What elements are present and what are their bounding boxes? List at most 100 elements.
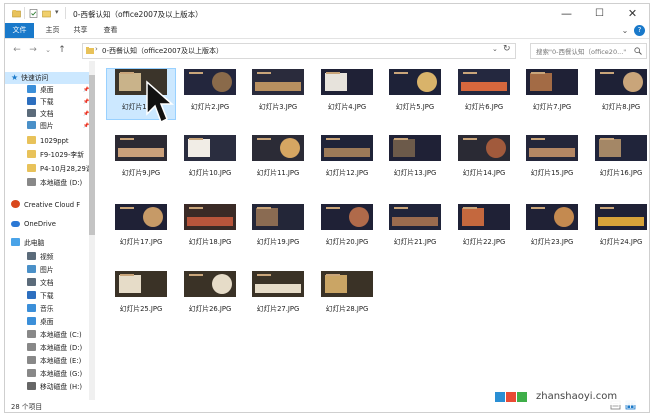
folder-icon [27, 164, 36, 172]
file-item[interactable]: 幻灯片23.JPG [518, 204, 586, 254]
customize-quick-access-icon[interactable]: ▾ [55, 8, 59, 16]
nav-quick-item[interactable]: 桌面 📌 [27, 84, 89, 96]
file-item[interactable]: 幻灯片20.JPG [313, 204, 381, 254]
file-item[interactable]: 幻灯片25.JPG [107, 271, 175, 321]
file-item[interactable]: 幻灯片8.JPG [587, 69, 649, 119]
file-item[interactable]: 幻灯片16.JPG [587, 135, 649, 185]
file-thumbnail [458, 204, 510, 230]
search-input[interactable]: 搜索"0-西餐认知（office20..." [536, 46, 626, 56]
search-box[interactable]: 搜索"0-西餐认知（office20..." [530, 43, 647, 59]
nav-pc-item[interactable]: 本地磁盘 (E:) [27, 355, 81, 367]
file-thumbnail [526, 135, 578, 161]
nav-scrollbar[interactable] [89, 61, 95, 400]
nav-pc-item[interactable]: 本地磁盘 (G:) [27, 368, 82, 380]
file-item[interactable]: 幻灯片18.JPG [176, 204, 244, 254]
folder-small-icon[interactable] [12, 9, 21, 18]
file-item[interactable]: 幻灯片26.JPG [176, 271, 244, 321]
nav-label: 此电脑 [24, 239, 45, 247]
nav-quick-item[interactable]: 图片 📌 [27, 120, 89, 132]
tab-file[interactable]: 文件 [5, 23, 34, 38]
file-thumbnail [389, 204, 441, 230]
tab-home[interactable]: 主页 [40, 23, 65, 38]
nav-pc-item[interactable]: 下载 [27, 290, 54, 302]
file-item[interactable]: 幻灯片10.JPG [176, 135, 244, 185]
minimize-button[interactable]: — [550, 4, 583, 23]
help-icon[interactable]: ? [634, 25, 645, 36]
file-name: 幻灯片14.JPG [462, 169, 506, 177]
nav-pc-item[interactable]: 桌面 [27, 316, 54, 328]
file-item[interactable]: 幻灯片5.JPG [381, 69, 449, 119]
close-button[interactable]: ✕ [616, 4, 649, 23]
nav-quick-item[interactable]: 下载 📌 [27, 96, 89, 108]
nav-label: Creative Cloud F [24, 201, 81, 209]
nav-pc-item[interactable]: 本地磁盘 (C:) [27, 329, 82, 341]
file-item[interactable]: 幻灯片11.JPG [244, 135, 312, 185]
file-item[interactable]: 幻灯片22.JPG [450, 204, 518, 254]
nav-pc-item[interactable]: 本地磁盘 (D:) [27, 342, 82, 354]
address-dropdown-icon[interactable]: ⌄ [492, 45, 498, 53]
file-thumbnail [184, 204, 236, 230]
file-thumbnail [321, 204, 373, 230]
nav-quick-item[interactable]: F9-1029-李新 [27, 149, 89, 161]
refresh-icon[interactable]: ↻ [503, 44, 511, 54]
file-item[interactable]: 幻灯片4.JPG [313, 69, 381, 119]
file-item[interactable]: 幻灯片6.JPG [450, 69, 518, 119]
properties-icon[interactable] [29, 9, 38, 18]
nav-quick-item[interactable]: 文档 📌 [27, 108, 89, 120]
drive-icon [27, 356, 36, 364]
file-name: 幻灯片24.JPG [599, 238, 643, 246]
nav-onedrive[interactable]: OneDrive [11, 218, 56, 230]
scroll-thumb[interactable] [89, 75, 95, 235]
nav-label: 音乐 [40, 305, 54, 313]
file-name: 幻灯片12.JPG [325, 169, 369, 177]
address-row: ← → ⌄ ↑ › 0-西餐认知（office2007及以上版本） ⌄ ↻ 搜索… [5, 39, 649, 61]
new-folder-icon[interactable] [42, 9, 51, 18]
nav-label: P4-10月28,29课 [40, 165, 89, 173]
file-item[interactable]: 幻灯片9.JPG [107, 135, 175, 185]
file-item[interactable]: 幻灯片15.JPG [518, 135, 586, 185]
file-item[interactable]: 幻灯片28.JPG [313, 271, 381, 321]
back-button[interactable]: ← [11, 44, 23, 56]
nav-creative-cloud[interactable]: Creative Cloud F [11, 199, 80, 211]
nav-quick-access[interactable]: ★ 快速访问 [5, 72, 95, 84]
file-item[interactable]: 幻灯片13.JPG [381, 135, 449, 185]
nav-pc-item[interactable]: 移动磁盘 (H:) [27, 381, 82, 393]
file-item[interactable]: 幻灯片19.JPG [244, 204, 312, 254]
nav-pc-item[interactable]: 图片 [27, 264, 54, 276]
file-thumbnail [458, 135, 510, 161]
file-item[interactable]: 幻灯片27.JPG [244, 271, 312, 321]
file-item[interactable]: 幻灯片21.JPG [381, 204, 449, 254]
up-button[interactable]: ↑ [56, 44, 68, 56]
file-item[interactable]: 幻灯片7.JPG [518, 69, 586, 119]
nav-label: 桌面 [40, 318, 54, 326]
breadcrumb-separator-icon: › [95, 45, 98, 53]
drive-icon [27, 382, 36, 390]
nav-quick-item[interactable]: 1029ppt [27, 135, 89, 147]
file-name: 幻灯片22.JPG [462, 238, 506, 246]
file-item[interactable]: 幻灯片12.JPG [313, 135, 381, 185]
file-thumbnail [321, 69, 373, 95]
address-bar[interactable]: › 0-西餐认知（office2007及以上版本） ⌄ ↻ [82, 43, 516, 59]
file-name: 幻灯片19.JPG [256, 238, 300, 246]
tab-share[interactable]: 共享 [68, 23, 93, 38]
nav-label: 下载 [40, 292, 54, 300]
forward-button[interactable]: → [27, 44, 39, 56]
maximize-button[interactable]: ☐ [583, 4, 616, 23]
file-item[interactable]: 幻灯片14.JPG [450, 135, 518, 185]
recent-locations-icon[interactable]: ⌄ [42, 44, 54, 56]
nav-pc-item[interactable]: 文档 [27, 277, 54, 289]
nav-quick-item[interactable]: 本地磁盘 (D:) [27, 177, 89, 189]
drive-icon [27, 291, 36, 299]
file-item[interactable]: 幻灯片17.JPG [107, 204, 175, 254]
address-path[interactable]: 0-西餐认知（office2007及以上版本） [102, 46, 223, 56]
nav-pc-item[interactable]: 音乐 [27, 303, 54, 315]
nav-quick-item[interactable]: P4-10月28,29课 [27, 163, 89, 175]
nav-this-pc[interactable]: 此电脑 [11, 237, 44, 249]
tab-view[interactable]: 查看 [98, 23, 123, 38]
file-thumbnail [595, 204, 647, 230]
expand-ribbon-icon[interactable]: ⌄ [619, 25, 631, 36]
file-item[interactable]: 幻灯片3.JPG [244, 69, 312, 119]
nav-pc-item[interactable]: 视频 [27, 251, 54, 263]
file-item[interactable]: 幻灯片2.JPG [176, 69, 244, 119]
file-item[interactable]: 幻灯片24.JPG [587, 204, 649, 254]
